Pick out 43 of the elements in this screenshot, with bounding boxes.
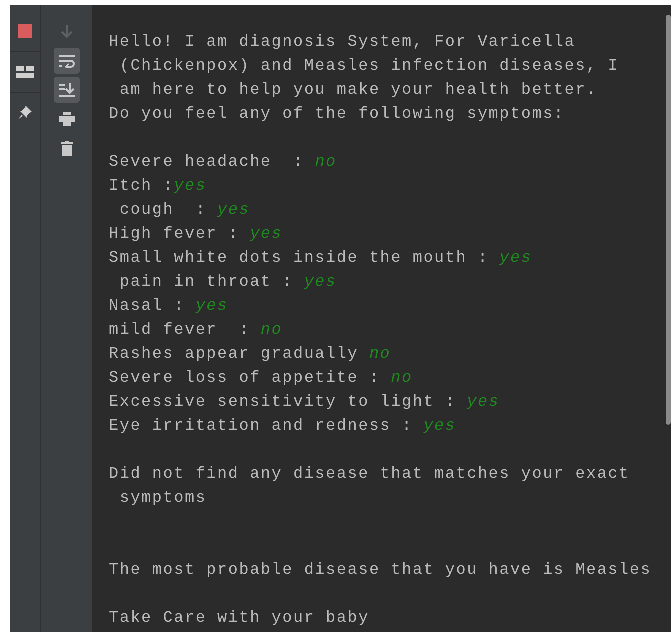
down-arrow-icon <box>60 25 72 39</box>
symptom-question: Severe headache : <box>109 153 306 171</box>
wrap-icon <box>58 54 74 68</box>
scroll-to-end-icon <box>58 83 74 97</box>
console-line: am here to help you make your health better. <box>118 81 598 99</box>
user-answer: yes <box>218 201 250 219</box>
user-answer: no <box>315 153 337 171</box>
console-line: Did not find any disease that matches your exact <box>109 465 630 483</box>
user-answer: yes <box>174 177 207 195</box>
symptom-question: Itch : <box>109 177 174 195</box>
symptom-question: Small white dots inside the mouth : <box>109 249 490 267</box>
pin-icon <box>17 105 33 121</box>
symptom-question: Rashes appear gradually <box>109 345 360 363</box>
symptom-question: High fever : <box>109 225 240 243</box>
console-line: Take Care with your baby <box>109 609 370 627</box>
symptom-question: mild fever : <box>109 321 252 339</box>
user-answer: no <box>369 345 392 363</box>
user-answer: yes <box>196 297 228 315</box>
symptom-question: Excessive sensitivity to light : <box>109 393 458 411</box>
printer-icon <box>58 112 74 126</box>
user-answer: yes <box>424 417 456 435</box>
symptom-question: Nasal : <box>109 297 186 315</box>
console-line: The most probable disease that you have is Measles <box>109 561 652 579</box>
soft-wrap-button[interactable] <box>54 48 80 74</box>
console-line: Hello! I am diagnosis System, For Varicella <box>109 33 576 51</box>
trash-icon <box>60 140 72 156</box>
stop-icon <box>18 24 32 38</box>
console-line: Do you feel any of the following symptoms: <box>109 105 565 123</box>
user-answer: no <box>391 369 413 387</box>
symptom-question: pain in throat : <box>118 273 294 291</box>
console-line: (Chickenpox) and Measles infection diseases, I <box>118 57 620 75</box>
user-answer: yes <box>500 249 532 267</box>
symptom-question: Eye irritation and redness : <box>109 417 414 435</box>
symptom-question: Severe loss of appetite : <box>109 369 382 387</box>
console-line: symptoms <box>118 489 207 507</box>
scrollbar[interactable] <box>666 15 671 425</box>
user-answer: yes <box>304 273 337 291</box>
user-answer: yes <box>467 393 500 411</box>
layout-icon <box>16 66 34 78</box>
scroll-to-end-button[interactable] <box>54 77 80 103</box>
symptom-question: cough : <box>118 201 208 219</box>
user-answer: yes <box>250 225 283 243</box>
user-answer: no <box>260 321 283 339</box>
